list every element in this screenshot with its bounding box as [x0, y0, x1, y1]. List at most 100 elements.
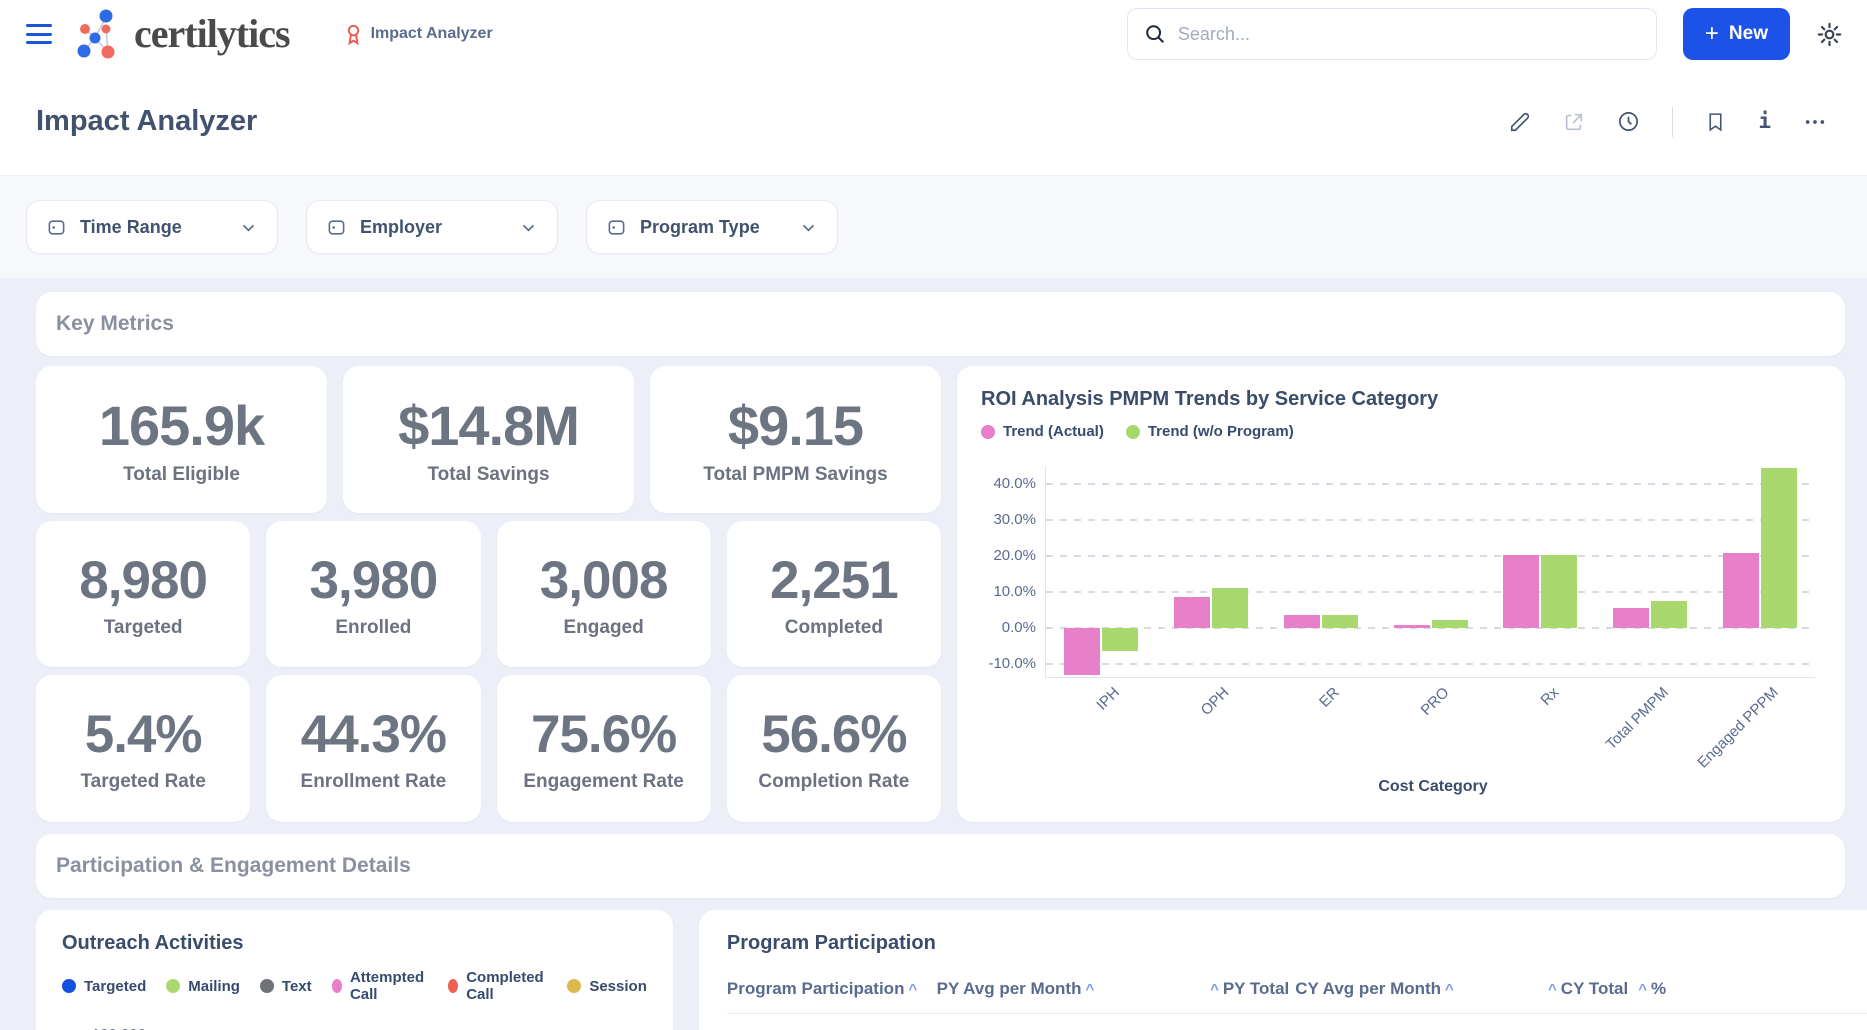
filter-program-type[interactable]: Program Type [586, 200, 838, 254]
filter-time-range[interactable]: Time Range [26, 200, 278, 254]
legend-item-attempted-call[interactable]: Attempted Call [332, 969, 428, 1003]
certilytics-logo[interactable]: certilytics [72, 7, 290, 61]
more-ellipsis-icon[interactable] [1803, 111, 1827, 133]
y-axis-tick: 0.0% [982, 619, 1036, 636]
metric-card-targeted: 8,980 Targeted [36, 521, 250, 668]
metric-card-completion-rate: 56.6% Completion Rate [727, 675, 941, 822]
y-axis-tick: 30.0% [982, 511, 1036, 528]
cell-program-participation: Eligible Members [727, 1014, 937, 1030]
filter-employer[interactable]: Employer [306, 200, 558, 254]
metric-label: Total Savings [427, 464, 549, 486]
participation-section-header: Participation & Engagement Details [36, 834, 1845, 898]
legend-item-targeted[interactable]: Targeted [62, 978, 146, 995]
outreach-bar-chart: 100,00080,000 [62, 1023, 647, 1030]
cell-cy-avg-per-month: 20739.6 [1295, 1014, 1499, 1030]
new-button[interactable]: + New [1683, 8, 1790, 60]
search-input[interactable] [1178, 24, 1640, 45]
tag-icon [607, 218, 626, 237]
program-participation-card: Program Participation Program Participat… [699, 910, 1867, 1030]
legend-item-text[interactable]: Text [260, 978, 312, 995]
edit-pencil-icon[interactable] [1509, 111, 1531, 133]
plus-icon: + [1705, 22, 1719, 46]
metric-card-total-eligible: 165.9k Total Eligible [36, 366, 327, 513]
bar-trend-actual--engaged-pppm [1723, 553, 1759, 628]
legend-dot [62, 979, 76, 993]
legend-dot [260, 979, 274, 993]
sort-caret-icon: ^ [1544, 981, 1561, 998]
key-metrics-cards: 165.9k Total Eligible $14.8M Total Savin… [36, 366, 941, 822]
column-header-program-participation[interactable]: Program Participation^ [727, 971, 937, 1014]
sort-caret-icon: ^ [1634, 981, 1651, 998]
metric-card-total-pmpm-savings: $9.15 Total PMPM Savings [650, 366, 941, 513]
bar-trend-actual--pro [1394, 625, 1430, 628]
history-clock-icon[interactable] [1617, 110, 1640, 133]
bar-trend-actual--rx [1503, 555, 1539, 628]
table-row: Eligible Members13292.7159,51220739.6165… [727, 1014, 1867, 1030]
column-header-cy-total[interactable]: ^CY Total [1500, 971, 1634, 1014]
bar-trend-w-o-program--oph [1212, 588, 1248, 628]
roi-chart-card: ROI Analysis PMPM Trends by Service Cate… [957, 366, 1845, 822]
metric-label: Enrolled [335, 617, 411, 639]
award-ribbon-icon [344, 24, 363, 45]
metric-card-engaged: 3,008 Engaged [497, 521, 711, 668]
bar-trend-w-o-program--engaged-pppm [1761, 468, 1797, 628]
y-axis-tick: 20.0% [982, 547, 1036, 564]
legend-item-trend-actual-[interactable]: Trend (Actual) [981, 423, 1104, 440]
chevron-down-icon [800, 219, 817, 236]
metric-label: Targeted [104, 617, 183, 639]
chevron-down-icon [240, 219, 257, 236]
outreach-legend: Targeted Mailing Text Attempted Call Complet… [62, 969, 647, 1003]
gridline [1046, 591, 1815, 593]
page-header: Impact Analyzer i [0, 68, 1867, 175]
metric-value: 2,251 [770, 550, 898, 611]
metric-label: Engaged [564, 617, 644, 639]
info-icon[interactable]: i [1758, 111, 1771, 132]
y-axis-tick: 10.0% [982, 583, 1036, 600]
hamburger-menu-icon[interactable] [26, 24, 52, 44]
metric-value: 165.9k [99, 393, 264, 458]
legend-item-session[interactable]: Session [567, 978, 647, 995]
legend-dot [448, 979, 458, 993]
breadcrumb-impact-analyzer[interactable]: Impact Analyzer [344, 24, 493, 45]
metric-label: Engagement Rate [523, 771, 683, 793]
bar-trend-w-o-program--iph [1102, 628, 1138, 651]
metric-label: Enrollment Rate [301, 771, 447, 793]
sort-caret-icon: ^ [904, 981, 921, 998]
gridline [1046, 519, 1815, 521]
program-participation-table: Program Participation^PY Avg per Month^^… [727, 971, 1867, 1030]
gridline [1046, 483, 1815, 485]
legend-dot [567, 979, 581, 993]
legend-item-trend-w-o-program-[interactable]: Trend (w/o Program) [1126, 423, 1294, 440]
tag-icon [327, 218, 346, 237]
program-participation-title: Program Participation [727, 932, 1867, 955]
bar-trend-w-o-program--er [1322, 615, 1358, 628]
bookmark-icon[interactable] [1705, 111, 1726, 133]
metric-card-enrolled: 3,980 Enrolled [266, 521, 480, 668]
y-axis-tick: 40.0% [982, 475, 1036, 492]
legend-dot [166, 979, 180, 993]
column-header-cy-avg-per-month[interactable]: CY Avg per Month^ [1295, 971, 1499, 1014]
settings-gear-icon[interactable] [1816, 21, 1843, 48]
divider [1672, 107, 1673, 137]
metric-label: Completion Rate [758, 771, 909, 793]
bar-trend-actual--oph [1174, 597, 1210, 628]
bar-trend-w-o-program--total-pmpm [1651, 601, 1687, 628]
metric-label: Completed [785, 617, 883, 639]
gridline [1046, 663, 1815, 665]
y-axis-tick: -10.0% [982, 655, 1036, 672]
roi-chart-title: ROI Analysis PMPM Trends by Service Cate… [981, 388, 1821, 411]
legend-item-mailing[interactable]: Mailing [166, 978, 240, 995]
column-header-py-total[interactable]: ^PY Total [1176, 971, 1296, 1014]
column-header-%[interactable]: ^% [1634, 971, 1867, 1014]
legend-dot [1126, 425, 1140, 439]
roi-bar-chart: 40.0%30.0%20.0%10.0%0.0%-10.0%IPHOPHERPR… [1045, 466, 1815, 678]
cell-%: 5 [1634, 1014, 1867, 1030]
legend-item-completed-call[interactable]: Completed Call [448, 969, 548, 1003]
cell-cy-total: 165,917 [1500, 1014, 1634, 1030]
external-link-icon[interactable] [1563, 111, 1585, 133]
chevron-down-icon [520, 219, 537, 236]
metric-value: 8,980 [79, 550, 207, 611]
column-header-py-avg-per-month[interactable]: PY Avg per Month^ [937, 971, 1176, 1014]
metric-card-total-savings: $14.8M Total Savings [343, 366, 634, 513]
tag-icon [47, 218, 66, 237]
